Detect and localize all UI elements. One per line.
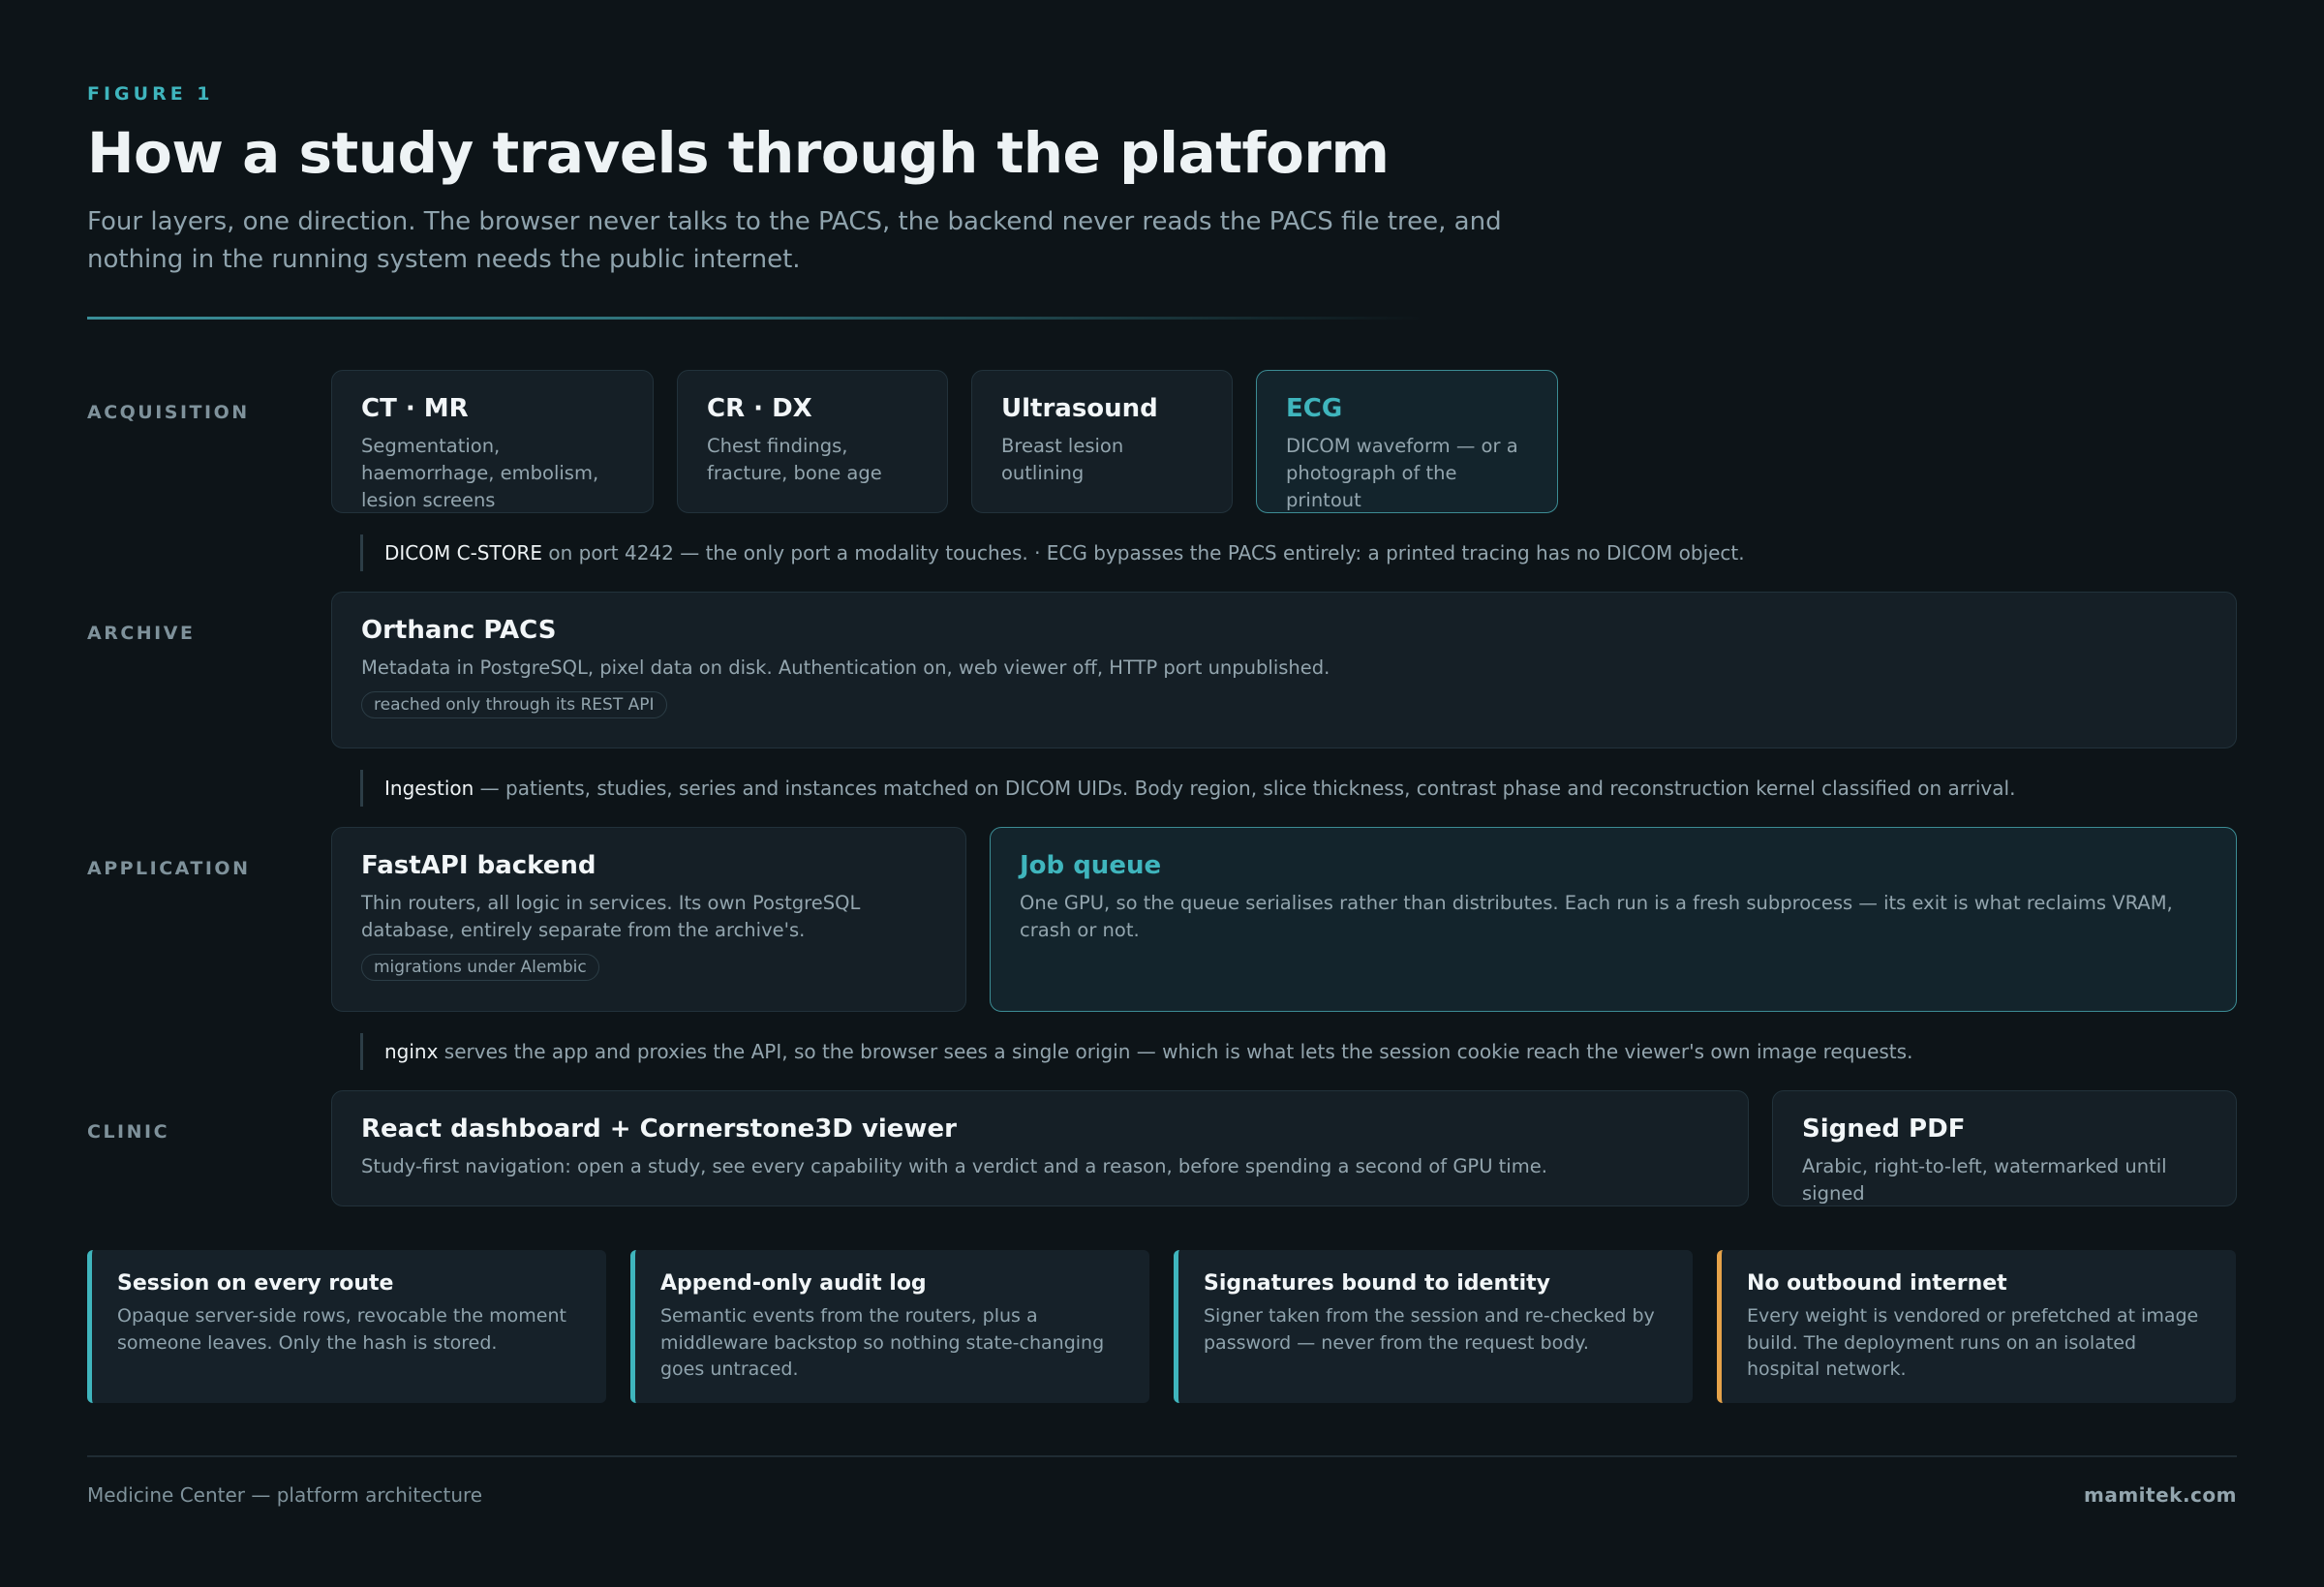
card-tag: migrations under Alembic [361, 954, 599, 981]
connector-key: nginx [384, 1040, 439, 1063]
principle-title: Session on every route [117, 1271, 394, 1296]
card-orthanc-pacs: Orthanc PACS Metadata in PostgreSQL, pix… [331, 592, 2237, 748]
card-ecg: ECG DICOM waveform — or a photograph of … [1256, 370, 1558, 513]
footer-site: mamitek.com [2084, 1483, 2237, 1507]
principle-title: Signatures bound to identity [1204, 1271, 1551, 1296]
card-tag: reached only through its REST API [361, 691, 667, 718]
layer-label-archive: ARCHIVE [87, 623, 196, 644]
card-title: Job queue [1020, 851, 1162, 880]
principle-no-internet: No outbound internet Every weight is ven… [1717, 1250, 2236, 1403]
title-divider [87, 317, 1423, 320]
card-description: Metadata in PostgreSQL, pixel data on di… [361, 656, 1330, 679]
card-description: Breast lesion outlining [1001, 435, 1124, 484]
footer-caption: Medicine Center — platform architecture [87, 1483, 483, 1507]
card-title: Signed PDF [1802, 1114, 1966, 1144]
connector-text: on port 4242 — the only port a modality … [542, 541, 1745, 565]
principle-session: Session on every route Opaque server-sid… [87, 1250, 606, 1403]
card-description: Chest findings, fracture, bone age [707, 435, 882, 484]
connector-text: serves the app and proxies the API, so t… [438, 1040, 1913, 1063]
card-title: CR · DX [707, 394, 812, 423]
principle-description: Opaque server-side rows, revocable the m… [117, 1305, 566, 1354]
card-description: Study-first navigation: open a study, se… [361, 1155, 1547, 1177]
card-cr-dx: CR · DX Chest findings, fracture, bone a… [677, 370, 948, 513]
layer-label-clinic: CLINIC [87, 1121, 170, 1143]
card-title: CT · MR [361, 394, 469, 423]
card-react-dashboard: React dashboard + Cornerstone3D viewer S… [331, 1090, 1749, 1206]
figure-eyebrow: FIGURE 1 [87, 83, 214, 105]
connector-key: Ingestion [384, 777, 474, 800]
connector-dicom-store: DICOM C-STORE on port 4242 — the only po… [360, 534, 1745, 571]
card-description: Segmentation, haemorrhage, embolism, les… [361, 435, 599, 511]
connector-nginx: nginx serves the app and proxies the API… [360, 1033, 1912, 1070]
principle-description: Semantic events from the routers, plus a… [660, 1305, 1105, 1380]
page-subtitle: Four layers, one direction. The browser … [87, 207, 1502, 274]
principle-description: Every weight is vendored or prefetched a… [1747, 1305, 2199, 1380]
card-description: DICOM waveform — or a photograph of the … [1286, 435, 1518, 511]
card-title: React dashboard + Cornerstone3D viewer [361, 1114, 957, 1144]
card-description: One GPU, so the queue serialises rather … [1020, 892, 2173, 941]
connector-text: — patients, studies, series and instance… [474, 777, 2016, 800]
card-fastapi-backend: FastAPI backend Thin routers, all logic … [331, 827, 966, 1012]
layer-label-application: APPLICATION [87, 858, 251, 879]
layer-label-acquisition: ACQUISITION [87, 402, 250, 423]
card-title: Ultrasound [1001, 394, 1158, 423]
connector-key: DICOM C-STORE [384, 541, 542, 565]
card-title: ECG [1286, 394, 1343, 423]
card-ultrasound: Ultrasound Breast lesion outlining [971, 370, 1233, 513]
card-title: Orthanc PACS [361, 616, 557, 645]
card-title: FastAPI backend [361, 851, 596, 880]
card-job-queue: Job queue One GPU, so the queue serialis… [990, 827, 2237, 1012]
principle-title: No outbound internet [1747, 1271, 2007, 1296]
card-description: Arabic, right-to-left, watermarked until… [1802, 1155, 2167, 1205]
card-description: Thin routers, all logic in services. Its… [361, 892, 861, 941]
principle-description: Signer taken from the session and re-che… [1204, 1305, 1655, 1354]
card-ct-mr: CT · MR Segmentation, haemorrhage, embol… [331, 370, 654, 513]
principle-signatures: Signatures bound to identity Signer take… [1174, 1250, 1693, 1403]
principle-audit-log: Append-only audit log Semantic events fr… [630, 1250, 1149, 1403]
card-signed-pdf: Signed PDF Arabic, right-to-left, waterm… [1772, 1090, 2237, 1206]
connector-ingestion: Ingestion — patients, studies, series an… [360, 770, 2015, 807]
footer-divider [87, 1455, 2237, 1457]
page-title: How a study travels through the platform [87, 120, 1390, 186]
principle-title: Append-only audit log [660, 1271, 927, 1296]
